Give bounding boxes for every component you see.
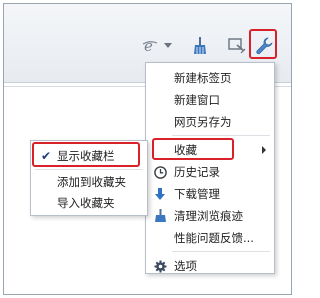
menu-item-label: 网页另存为 — [174, 115, 232, 129]
menu-item-history[interactable]: 历史记录 — [146, 161, 274, 183]
menu-item-label: 清理浏览痕迹 — [174, 209, 243, 223]
menu-item-clear-traces[interactable]: 清理浏览痕迹 — [146, 205, 274, 227]
menu-item-new-tab[interactable]: 新建标签页 — [146, 67, 274, 89]
gear-icon — [153, 259, 167, 273]
menu-item-save-page-as[interactable]: 网页另存为 — [146, 111, 274, 133]
menu-item-label: 添加到收藏夹 — [57, 175, 126, 189]
submenu-arrow-icon — [262, 146, 266, 154]
submenu-item-add-to-favorites[interactable]: 添加到收藏夹 — [31, 171, 147, 193]
menu-item-label: 新建窗口 — [174, 93, 220, 107]
menu-item-new-window[interactable]: 新建窗口 — [146, 89, 274, 111]
menu-item-label: 性能问题反馈... — [174, 231, 254, 245]
menu-item-options[interactable]: 选项 — [146, 255, 274, 277]
menu-separator — [172, 135, 270, 136]
tools-menu: 新建标签页 新建窗口 网页另存为 收藏 历史记录 下载管理 清理浏览痕迹 性能问… — [145, 62, 275, 274]
dropdown-icon[interactable] — [162, 34, 174, 58]
menu-item-label: 下载管理 — [174, 187, 220, 201]
menu-item-label: 导入收藏夹 — [57, 196, 115, 210]
menu-separator — [172, 251, 270, 252]
menu-item-downloads[interactable]: 下载管理 — [146, 183, 274, 205]
download-arrow-icon — [153, 187, 167, 201]
broom-icon — [153, 209, 167, 223]
favorites-highlight — [152, 138, 234, 160]
submenu-item-import-favorites[interactable]: 导入收藏夹 — [31, 192, 147, 214]
clock-icon — [153, 165, 167, 179]
ie-compat-icon[interactable]: e — [140, 34, 160, 58]
menu-separator — [35, 169, 143, 170]
menu-item-performance-feedback[interactable]: 性能问题反馈... — [146, 227, 274, 249]
menu-item-label: 历史记录 — [174, 165, 220, 179]
wrench-highlight — [249, 29, 277, 59]
menu-item-label: 新建标签页 — [174, 71, 232, 85]
screenshot-icon[interactable] — [226, 34, 248, 58]
svg-text:e: e — [144, 38, 153, 54]
show-favorites-bar-highlight — [32, 142, 140, 167]
clean-broom-icon[interactable] — [190, 34, 210, 58]
menu-item-label: 选项 — [174, 259, 197, 273]
